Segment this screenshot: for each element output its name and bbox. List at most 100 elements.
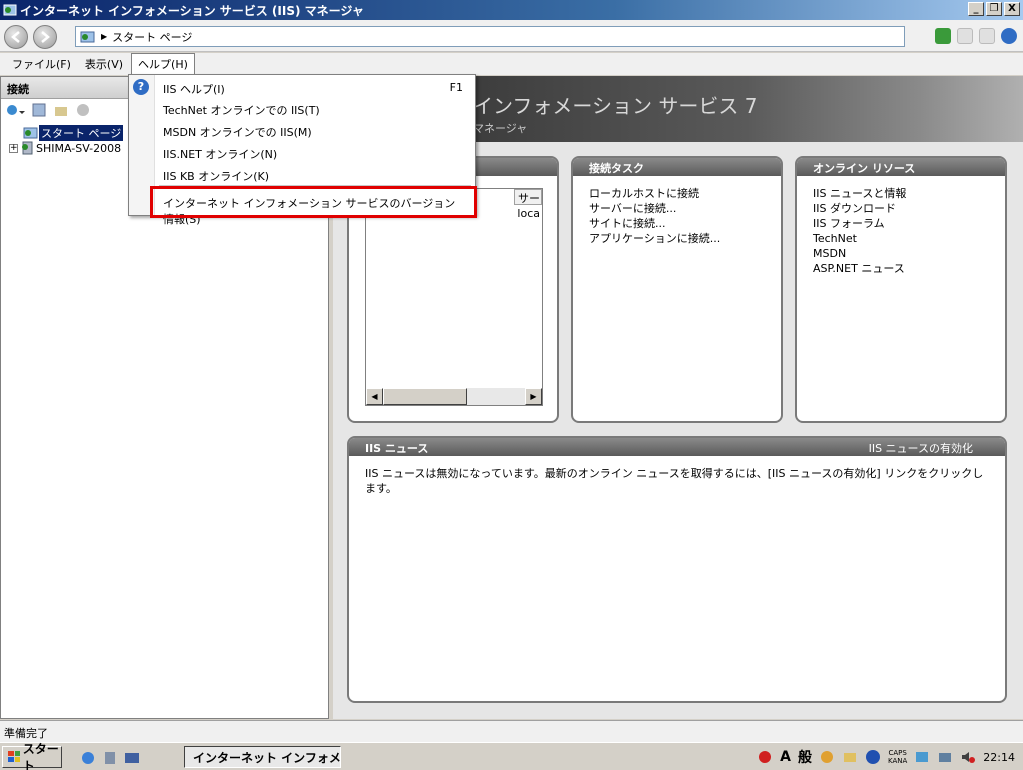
start-page-icon xyxy=(80,31,95,42)
caps-kana-indicator: CAPS KANA xyxy=(888,749,907,765)
menu-item-technet[interactable]: TechNet オンラインでの IIS(T) xyxy=(163,102,463,118)
menu-item-iis-help[interactable]: IIS ヘルプ(I) F1 xyxy=(163,81,463,97)
menu-item-shortcut: F1 xyxy=(449,81,463,94)
connect-server-link[interactable]: サーバーに接続... xyxy=(589,201,765,216)
forward-button[interactable] xyxy=(33,25,57,49)
connection-tasks-header: 接続タスク xyxy=(573,158,781,176)
ime-input-mode[interactable]: A xyxy=(780,749,791,765)
help-tray-icon[interactable] xyxy=(865,749,881,765)
start-page-tree-icon xyxy=(23,127,38,139)
minimize-button[interactable]: _ xyxy=(968,2,984,16)
iis-news-message: IIS ニュースは無効になっています。最新のオンライン ニュースを取得するには、… xyxy=(365,467,984,495)
connect-application-link[interactable]: アプリケーションに接続... xyxy=(589,231,765,246)
menu-item-iisnet[interactable]: IIS.NET オンライン(N) xyxy=(163,146,463,162)
status-text: 準備完了 xyxy=(4,727,48,740)
title-bar: インターネット インフォメーション サービス (IIS) マネージャ _ ❐ X xyxy=(0,0,1023,20)
online-resources-panel: オンライン リソース IIS ニュースと情報 IIS ダウンロード IIS フォ… xyxy=(795,156,1007,423)
menu-bar: ファイル(F) 表示(V) ヘルプ(H) xyxy=(0,53,1023,75)
stop-icon[interactable] xyxy=(957,28,973,44)
menu-item-label: IIS.NET オンライン(N) xyxy=(163,148,278,161)
scroll-left-icon[interactable]: ◀ xyxy=(366,388,383,405)
breadcrumb-arrow-icon: ▶ xyxy=(101,32,108,41)
connect-icon[interactable] xyxy=(5,102,25,118)
back-button[interactable] xyxy=(4,25,28,49)
start-button[interactable]: スタート xyxy=(2,742,62,770)
tree-item-label: スタート ページ xyxy=(39,125,124,141)
menu-item-label: TechNet オンラインでの IIS(T) xyxy=(163,104,320,117)
window-title: インターネット インフォメーション サービス (IIS) マネージャ xyxy=(20,3,364,18)
back-arrow-icon xyxy=(11,31,20,43)
technet-link[interactable]: TechNet xyxy=(813,231,989,246)
horizontal-scrollbar[interactable]: ◀ ▶ xyxy=(366,388,542,405)
task-label: インターネット インフォメ... xyxy=(193,750,341,765)
menu-view[interactable]: 表示(V) xyxy=(79,54,129,74)
caps-label: CAPS xyxy=(888,749,907,757)
menu-item-msdn[interactable]: MSDN オンラインでの IIS(M) xyxy=(163,124,463,140)
highlight-box xyxy=(150,186,477,218)
server-manager-icon[interactable] xyxy=(102,750,118,766)
list-cell[interactable]: loca xyxy=(517,207,540,220)
clock[interactable]: 22:14 xyxy=(983,751,1015,764)
ime-pad-icon[interactable] xyxy=(842,749,858,765)
menu-help[interactable]: ヘルプ(H) xyxy=(131,53,195,75)
help-icon[interactable] xyxy=(1001,28,1017,44)
forward-arrow-icon xyxy=(41,31,50,43)
iis-news-info-link[interactable]: IIS ニュースと情報 xyxy=(813,186,989,201)
iis-news-title: IIS ニュース xyxy=(365,442,429,455)
server-icon xyxy=(22,141,33,155)
close-button[interactable]: X xyxy=(1004,2,1020,16)
connect-site-link[interactable]: サイトに接続... xyxy=(589,216,765,231)
banner-title: インフォメーション サービス 7 xyxy=(473,94,758,118)
banner-subtitle: マネージャ xyxy=(473,122,528,135)
taskbar: スタート インターネット インフォメ... A 般 CAPS KANA 22:1… xyxy=(0,742,1023,770)
menu-item-label: MSDN オンラインでの IIS(M) xyxy=(163,126,312,139)
menu-item-label: IIS KB オンライン(K) xyxy=(163,170,270,183)
maximize-button[interactable]: ❐ xyxy=(986,2,1002,16)
kana-label: KANA xyxy=(888,757,908,765)
show-desktop-icon[interactable] xyxy=(124,750,140,766)
tree-item-label: SHIMA-SV-2008 xyxy=(36,141,122,155)
scroll-thumb[interactable] xyxy=(383,388,467,405)
taskbar-iis-button[interactable]: インターネット インフォメ... xyxy=(184,746,341,768)
windows-logo-icon xyxy=(8,751,20,762)
display-icon[interactable] xyxy=(937,749,953,765)
iis-download-link[interactable]: IIS ダウンロード xyxy=(813,201,989,216)
volume-muted-icon[interactable] xyxy=(960,749,976,765)
tree-item-server[interactable]: + SHIMA-SV-2008 xyxy=(9,141,121,155)
help-icon: ? xyxy=(133,79,149,95)
iis-news-header: IIS ニュース IIS ニュースの有効化 xyxy=(349,438,1005,456)
connection-tasks-list: ローカルホストに接続 サーバーに接続... サイトに接続... アプリケーション… xyxy=(573,176,781,256)
ime-conversion-mode[interactable]: 般 xyxy=(798,747,812,767)
iis-app-icon xyxy=(3,4,17,16)
system-tray: A 般 CAPS KANA 22:14 xyxy=(731,746,1021,768)
connection-tasks-panel: 接続タスク ローカルホストに接続 サーバーに接続... サイトに接続... アプ… xyxy=(571,156,783,423)
refresh-icon[interactable] xyxy=(935,28,951,44)
menu-item-label: IIS ヘルプ(I) xyxy=(163,83,225,96)
network-icon[interactable] xyxy=(914,749,930,765)
start-label: スタート xyxy=(22,742,59,770)
breadcrumb-start-page[interactable]: スタート ページ xyxy=(112,29,192,45)
menu-item-iis-kb[interactable]: IIS KB オンライン(K) xyxy=(163,168,463,184)
home-icon[interactable] xyxy=(979,28,995,44)
address-field[interactable]: ▶ スタート ページ xyxy=(75,26,905,47)
address-tools xyxy=(935,28,1017,44)
menu-file[interactable]: ファイル(F) xyxy=(6,54,77,74)
list-column-header[interactable]: サー xyxy=(514,189,542,205)
connect-localhost-link[interactable]: ローカルホストに接続 xyxy=(589,186,765,201)
expand-icon[interactable]: + xyxy=(9,143,18,153)
aspnet-news-link[interactable]: ASP.NET ニュース xyxy=(813,261,989,276)
enable-news-link[interactable]: IIS ニュースの有効化 xyxy=(869,440,973,456)
delete-connection-icon[interactable] xyxy=(75,102,91,118)
online-resources-header: オンライン リソース xyxy=(797,158,1005,176)
iis-forum-link[interactable]: IIS フォーラム xyxy=(813,216,989,231)
ime-tool-icon[interactable] xyxy=(819,749,835,765)
tree-item-start-page[interactable]: スタート ページ xyxy=(23,125,124,141)
address-bar: ▶ スタート ページ xyxy=(0,20,1023,52)
save-icon[interactable] xyxy=(31,102,47,118)
scroll-right-icon[interactable]: ▶ xyxy=(525,388,542,405)
ie-icon[interactable] xyxy=(80,750,96,766)
window-controls: _ ❐ X xyxy=(968,2,1020,16)
msdn-link[interactable]: MSDN xyxy=(813,246,989,261)
up-folder-icon[interactable] xyxy=(53,102,69,118)
ime-icon[interactable] xyxy=(757,749,773,765)
